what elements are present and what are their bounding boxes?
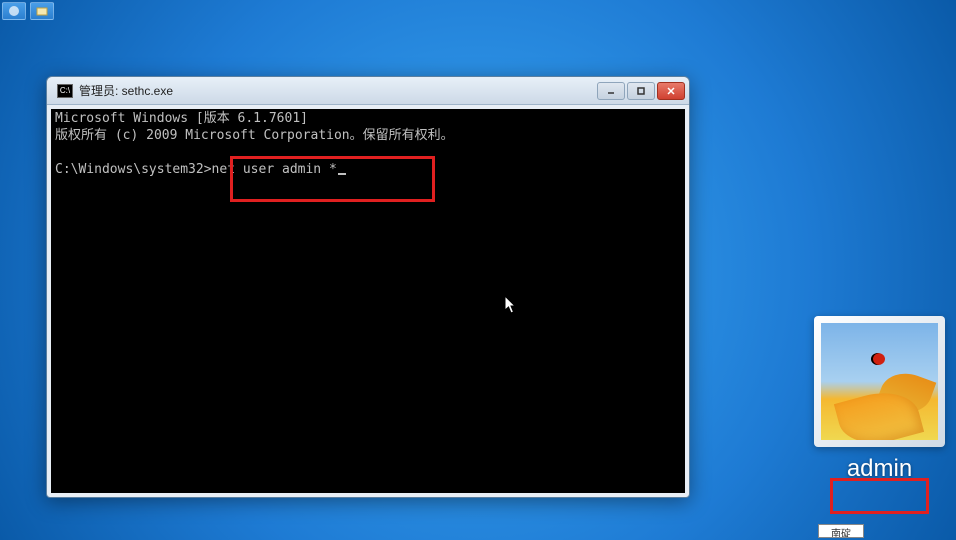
- terminal-header-2: 版权所有 (c) 2009 Microsoft Corporation。保留所有…: [55, 128, 681, 145]
- terminal-command: net user admin *: [212, 162, 337, 177]
- user-tile[interactable]: admin: [814, 316, 945, 483]
- terminal-prompt-line: C:\Windows\system32>net user admin *: [55, 162, 681, 179]
- titlebar[interactable]: C:\ 管理员: sethc.exe: [47, 77, 689, 105]
- terminal-body[interactable]: Microsoft Windows [版本 6.1.7601] 版权所有 (c)…: [51, 109, 685, 493]
- cmd-icon: C:\: [57, 84, 73, 98]
- terminal-header-1: Microsoft Windows [版本 6.1.7601]: [55, 111, 681, 128]
- cmd-window: C:\ 管理员: sethc.exe Microsoft Windows [版本…: [46, 76, 690, 498]
- start-orb-icon[interactable]: [2, 2, 26, 20]
- terminal-cursor: [338, 173, 346, 175]
- minimize-button[interactable]: [597, 82, 625, 100]
- avatar-frame: [814, 316, 945, 447]
- terminal-prompt: C:\Windows\system32>: [55, 162, 212, 177]
- username-label: admin: [814, 455, 945, 483]
- close-button[interactable]: [657, 82, 685, 100]
- window-controls: [597, 82, 685, 100]
- explorer-icon[interactable]: [30, 2, 54, 20]
- bottom-widget-label[interactable]: 南碇: [818, 524, 864, 538]
- annotation-username-highlight: [830, 478, 929, 514]
- taskbar-icons: [0, 0, 56, 22]
- terminal-blank: [55, 145, 681, 162]
- avatar: [821, 323, 938, 440]
- window-title: 管理员: sethc.exe: [79, 82, 597, 99]
- maximize-button[interactable]: [627, 82, 655, 100]
